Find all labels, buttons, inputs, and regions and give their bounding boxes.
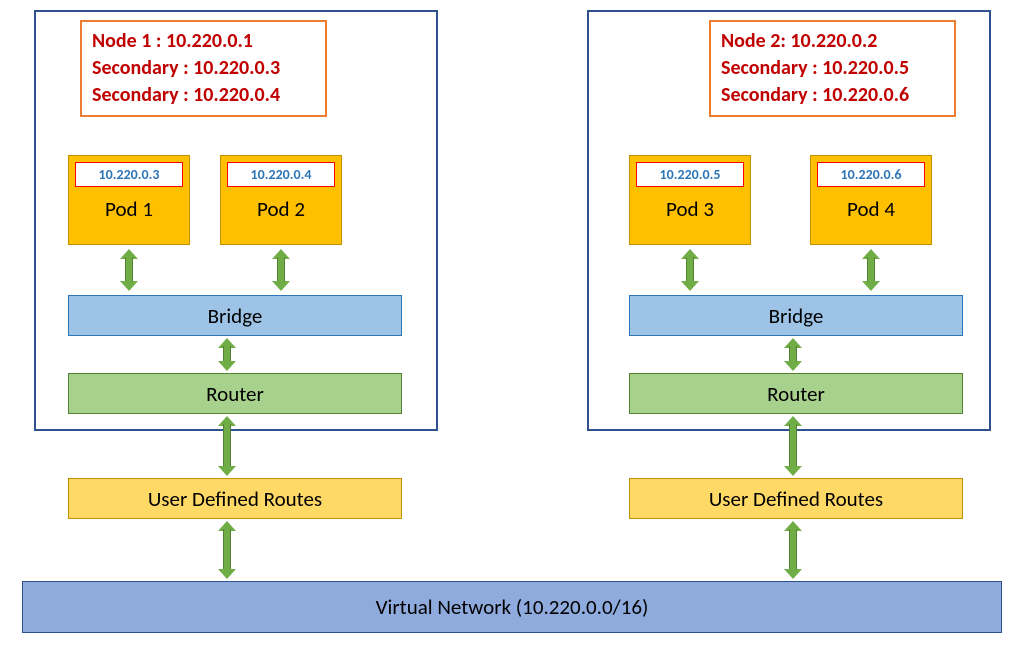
node1-info: Node 1 : 10.220.0.1 Secondary : 10.220.0… (80, 20, 327, 117)
arrow-pod4-bridge (862, 249, 880, 291)
arrow-udr-vnet-2 (784, 521, 802, 579)
pod1-ip: 10.220.0.3 (75, 162, 183, 187)
pod2: 10.220.0.4 Pod 2 (220, 155, 342, 245)
node1-bridge: Bridge (68, 295, 402, 336)
pod4-ip: 10.220.0.6 (817, 162, 925, 187)
node2-secondary2: Secondary : 10.220.0.6 (721, 82, 944, 109)
arrow-pod3-bridge (681, 249, 699, 291)
node2-secondary1: Secondary : 10.220.0.5 (721, 55, 944, 82)
arrow-pod1-bridge (120, 249, 138, 291)
pod4: 10.220.0.6 Pod 4 (810, 155, 932, 245)
virtual-network: Virtual Network (10.220.0.0/16) (22, 581, 1002, 633)
diagram: Node 1 : 10.220.0.1 Secondary : 10.220.0… (0, 0, 1024, 651)
router-label-1: Router (206, 381, 264, 407)
bridge-label-1: Bridge (208, 303, 263, 329)
udr-label-2: User Defined Routes (709, 486, 883, 512)
pod3: 10.220.0.5 Pod 3 (629, 155, 751, 245)
pod1: 10.220.0.3 Pod 1 (68, 155, 190, 245)
node1-secondary1: Secondary : 10.220.0.3 (92, 55, 315, 82)
arrow-bridge-router-2 (784, 338, 802, 371)
node1-secondary2: Secondary : 10.220.0.4 (92, 82, 315, 109)
udr-label-1: User Defined Routes (148, 486, 322, 512)
node2-router: Router (629, 373, 963, 414)
arrow-pod2-bridge (272, 249, 290, 291)
node2-udr: User Defined Routes (629, 478, 963, 519)
arrow-router-udr-1 (218, 416, 236, 476)
node1-udr: User Defined Routes (68, 478, 402, 519)
node1-title: Node 1 : 10.220.0.1 (92, 28, 315, 55)
node2-bridge: Bridge (629, 295, 963, 336)
arrow-router-udr-2 (784, 416, 802, 476)
pod2-ip: 10.220.0.4 (227, 162, 335, 187)
node2-info: Node 2: 10.220.0.2 Secondary : 10.220.0.… (709, 20, 956, 117)
router-label-2: Router (767, 381, 825, 407)
pod2-label: Pod 2 (221, 196, 341, 222)
arrow-udr-vnet-1 (218, 521, 236, 579)
node1-router: Router (68, 373, 402, 414)
pod4-label: Pod 4 (811, 196, 931, 222)
node2-title: Node 2: 10.220.0.2 (721, 28, 944, 55)
pod3-ip: 10.220.0.5 (636, 162, 744, 187)
pod3-label: Pod 3 (630, 196, 750, 222)
bridge-label-2: Bridge (769, 303, 824, 329)
arrow-bridge-router-1 (218, 338, 236, 371)
pod1-label: Pod 1 (69, 196, 189, 222)
vnet-label: Virtual Network (10.220.0.0/16) (376, 594, 649, 620)
